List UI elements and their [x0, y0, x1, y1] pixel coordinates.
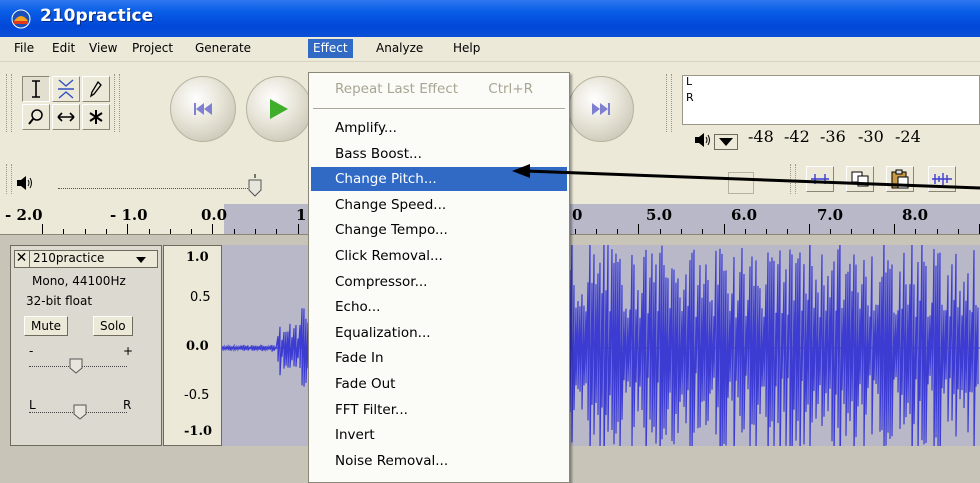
- annotation-arrow: [512, 164, 980, 190]
